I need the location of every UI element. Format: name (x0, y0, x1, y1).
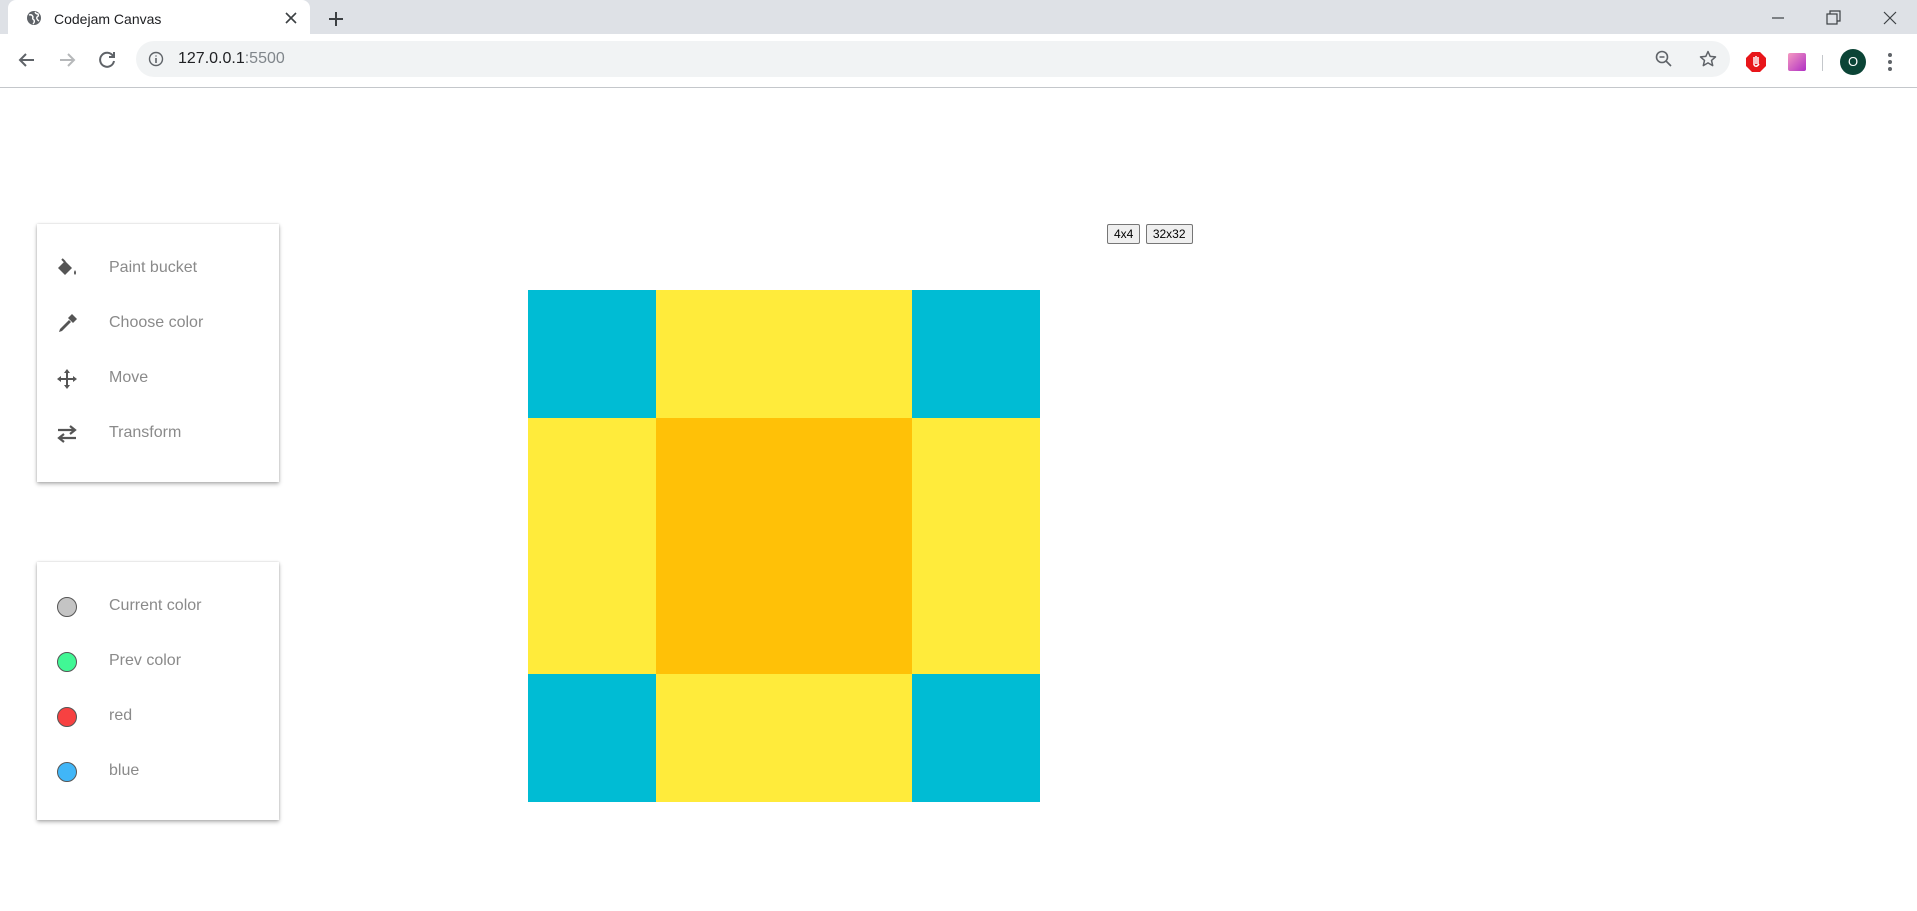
size-4x4-button[interactable]: 4x4 (1107, 224, 1141, 244)
tab-title: Codejam Canvas (54, 11, 162, 27)
canvas-pixel[interactable] (656, 674, 784, 802)
swap-arrows-icon (57, 425, 77, 443)
canvas-pixel[interactable] (784, 674, 912, 802)
color-label: Current color (109, 597, 202, 614)
color-red[interactable]: red (37, 700, 279, 755)
url-text[interactable]: 127.0.0.1:5500 (178, 50, 285, 68)
bookmark-star-icon[interactable] (1698, 49, 1718, 69)
tool-label: Choose color (109, 314, 204, 331)
tool-label: Transform (109, 424, 182, 441)
browser-tab[interactable]: Codejam Canvas (8, 0, 310, 38)
eyedropper-icon (59, 314, 77, 332)
color-label: Prev color (109, 652, 182, 669)
minimize-icon[interactable] (1768, 8, 1788, 28)
color-label: blue (109, 762, 140, 779)
canvas-pixel[interactable] (528, 418, 656, 546)
tool-choose-color[interactable]: Choose color (37, 307, 279, 362)
color-swatch (57, 652, 77, 672)
zoom-out-icon[interactable] (1654, 49, 1674, 69)
paint-bucket-icon (58, 258, 76, 275)
profile-avatar[interactable]: O (1840, 49, 1866, 75)
tool-move[interactable]: Move (37, 362, 279, 417)
adblock-extension-icon[interactable] (1745, 51, 1767, 73)
browser-toolbar: 127.0.0.1:5500 O (0, 34, 1917, 88)
gradient-extension-icon[interactable] (1786, 51, 1808, 73)
colors-panel: Current color Prev color red blue (37, 562, 279, 820)
canvas-pixel[interactable] (656, 546, 784, 674)
tool-label: Paint bucket (109, 259, 198, 276)
tool-label: Move (109, 369, 149, 386)
color-prev[interactable]: Prev color (37, 645, 279, 700)
canvas-pixel[interactable] (912, 418, 1040, 546)
color-swatch (57, 762, 77, 782)
drawing-canvas[interactable] (528, 290, 1040, 802)
tools-panel: Paint bucket Choose color Move Transform (37, 224, 279, 482)
color-label: red (109, 707, 133, 724)
canvas-pixel[interactable] (528, 290, 656, 418)
new-tab-icon[interactable] (326, 9, 346, 29)
forward-icon[interactable] (53, 46, 81, 74)
canvas-pixel[interactable] (528, 674, 656, 802)
close-window-icon[interactable] (1880, 8, 1900, 28)
size-32x32-button[interactable]: 32x32 (1145, 224, 1193, 244)
url-port: :5500 (244, 50, 285, 67)
canvas-pixel[interactable] (784, 418, 912, 546)
tool-paint-bucket[interactable]: Paint bucket (37, 252, 279, 307)
back-icon[interactable] (13, 46, 41, 74)
tab-bar: Codejam Canvas (0, 0, 1917, 38)
canvas-pixel[interactable] (656, 418, 784, 546)
canvas-pixel[interactable] (656, 290, 784, 418)
color-swatch (57, 597, 77, 617)
color-swatch (57, 707, 77, 727)
canvas-size-buttons: 4x4 32x32 (1107, 224, 1194, 244)
close-tab-icon[interactable] (282, 9, 300, 27)
tool-transform[interactable]: Transform (37, 417, 279, 472)
more-menu-icon[interactable] (1884, 50, 1896, 74)
info-icon[interactable] (148, 51, 164, 67)
canvas-pixel[interactable] (784, 546, 912, 674)
url-host: 127.0.0.1 (178, 50, 245, 67)
globe-icon (27, 11, 41, 25)
toolbar-divider (1822, 55, 1823, 71)
address-bar[interactable]: 127.0.0.1:5500 (136, 41, 1730, 77)
canvas-pixel[interactable] (912, 290, 1040, 418)
canvas-pixel[interactable] (784, 290, 912, 418)
color-current[interactable]: Current color (37, 590, 279, 645)
color-blue[interactable]: blue (37, 755, 279, 810)
canvas-pixel[interactable] (912, 546, 1040, 674)
reload-icon[interactable] (93, 46, 121, 74)
move-icon (57, 369, 77, 389)
restore-icon[interactable] (1823, 8, 1843, 28)
canvas-pixel[interactable] (912, 674, 1040, 802)
canvas-pixel[interactable] (528, 546, 656, 674)
